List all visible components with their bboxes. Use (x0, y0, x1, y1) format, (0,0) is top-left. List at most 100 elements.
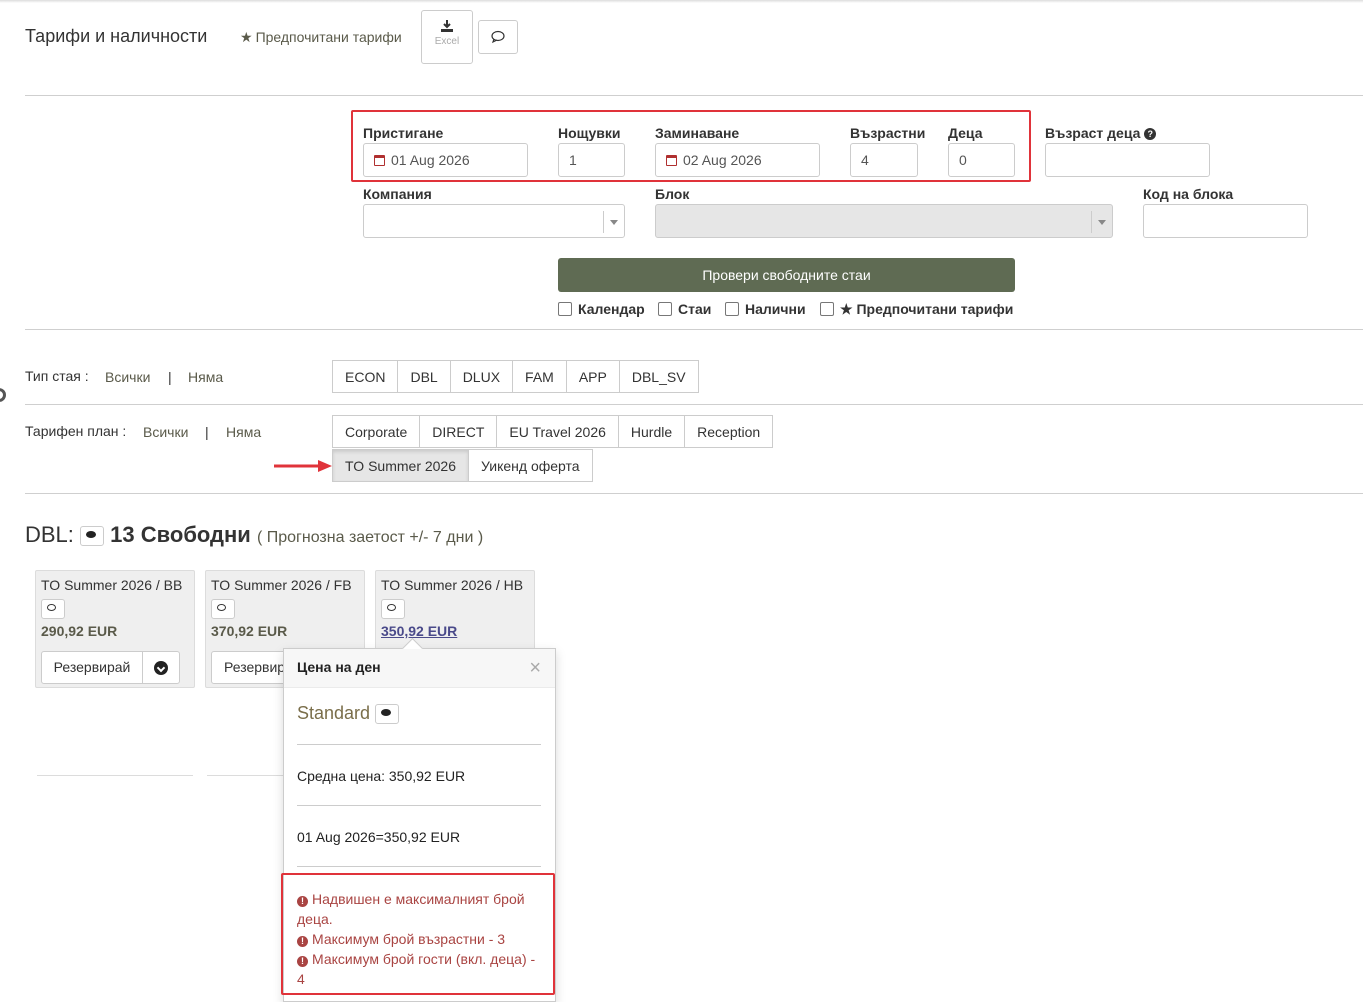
comment-icon[interactable] (41, 599, 65, 619)
room-type-tag-dbl[interactable]: DBL (397, 360, 451, 393)
side-handle-icon[interactable] (0, 388, 6, 402)
checkbox-box (820, 302, 834, 316)
room-type-tag-dbl-sv[interactable]: DBL_SV (618, 360, 699, 393)
comment-icon[interactable] (80, 526, 105, 547)
red-arrow-icon (274, 460, 332, 472)
rate-card-bb: TO Summer 2026 / BB 290,92 EUR Резервира… (35, 570, 195, 688)
company-label: Компания (363, 186, 432, 202)
excel-label: Excel (434, 36, 460, 47)
rate-card-price: 370,92 EUR (211, 623, 288, 639)
rate-plan-tag-direct[interactable]: DIRECT (419, 415, 498, 448)
room-type-tag-fam[interactable]: FAM (512, 360, 567, 393)
nights-input[interactable]: 1 (558, 143, 625, 177)
rate-plan-tag-to-summer[interactable]: TO Summer 2026 (332, 449, 470, 482)
question-icon[interactable]: ? (1144, 128, 1157, 140)
children-age-input[interactable] (1045, 143, 1210, 177)
room-type-label: Тип стая : (25, 368, 89, 384)
excel-export-button[interactable]: Excel (421, 10, 473, 64)
block-select (655, 204, 1113, 238)
divider (25, 493, 1363, 494)
rate-card-title: TO Summer 2026 / HB (381, 577, 524, 593)
comment-button[interactable] (478, 20, 518, 54)
children-input[interactable]: 0 (948, 143, 1015, 177)
book-button-group: Резервирай (41, 651, 180, 684)
download-icon (441, 20, 453, 32)
divider (297, 805, 541, 806)
rate-plan-none-link[interactable]: Няма (226, 424, 261, 440)
comment-icon[interactable] (211, 599, 235, 619)
adults-label: Възрастни (850, 125, 926, 141)
favorite-rates-link[interactable]: ★ Предпочитани тарифи (240, 29, 402, 46)
calendar-checkbox[interactable]: Календар (558, 301, 645, 317)
comment-icon[interactable] (381, 599, 405, 619)
room-type-tag-econ[interactable]: ECON (332, 360, 399, 393)
star-icon: ★ (840, 301, 857, 317)
rate-plan-name: Standard (297, 703, 400, 725)
favorite-rates-label: Предпочитани тарифи (255, 29, 402, 45)
divider (37, 775, 193, 776)
favorite-rates-checkbox-label: Предпочитани тарифи (856, 301, 1014, 317)
calendar-checkbox-label: Календар (578, 301, 645, 317)
rate-card-price-link[interactable]: 350,92 EUR (381, 623, 457, 639)
departure-date-value: 02 Aug 2026 (683, 152, 762, 168)
checkbox-box (725, 302, 739, 316)
favorite-rates-checkbox[interactable]: ★ Предпочитани тарифи (820, 301, 1013, 318)
rate-plan-label: Тарифен план : (25, 423, 127, 439)
available-checkbox-label: Налични (745, 301, 806, 317)
top-shadow (0, 0, 1363, 3)
rate-plan-tag-weekend[interactable]: Уикенд оферта (468, 449, 593, 482)
separator: | (168, 369, 172, 385)
chevron-down-icon (603, 211, 624, 233)
divider (297, 744, 541, 745)
departure-label: Заминаване (655, 125, 740, 141)
company-select[interactable] (363, 204, 625, 238)
departure-date-input[interactable]: 02 Aug 2026 (655, 143, 820, 177)
rate-plan-tag-corporate[interactable]: Corporate (332, 415, 421, 448)
rooms-checkbox-label: Стаи (678, 301, 712, 317)
rate-card-title: TO Summer 2026 / FB (211, 577, 352, 593)
star-icon: ★ (240, 29, 253, 45)
room-type-all-link[interactable]: Всички (105, 369, 150, 385)
rate-plan-tag-reception[interactable]: Reception (684, 415, 774, 448)
room-type-tag-app[interactable]: APP (565, 360, 620, 393)
divider (25, 404, 1363, 405)
highlight-box-errors (281, 873, 555, 995)
arrival-date-value: 01 Aug 2026 (391, 152, 470, 168)
children-label: Деца (948, 125, 983, 141)
room-type-tag-dlux[interactable]: DLUX (449, 360, 514, 393)
rate-card-price: 290,92 EUR (41, 623, 118, 639)
book-button[interactable]: Резервирай (42, 652, 143, 683)
popover-title: Цена на ден (297, 659, 381, 675)
divider (25, 95, 1363, 96)
check-availability-button[interactable]: Провери свободните стаи (558, 258, 1015, 292)
comment-icon[interactable] (375, 704, 400, 725)
divider (207, 775, 287, 776)
daily-price: 01 Aug 2026=350,92 EUR (297, 829, 461, 845)
comment-icon (491, 30, 505, 44)
adults-input[interactable]: 4 (850, 143, 918, 177)
rooms-checkbox[interactable]: Стаи (658, 301, 711, 317)
room-type-none-link[interactable]: Няма (188, 369, 223, 385)
rate-plan-name-text: Standard (297, 703, 371, 723)
available-checkbox[interactable]: Налични (725, 301, 806, 317)
free-rooms-count: 13 Свободни (110, 522, 251, 547)
close-icon[interactable]: × (529, 657, 541, 680)
nights-label: Нощувки (558, 125, 621, 141)
children-age-label: Възраст деца ? (1045, 125, 1157, 141)
block-code-input[interactable] (1143, 204, 1308, 238)
page-title: Тарифи и наличности (25, 26, 208, 46)
forecast-link[interactable]: ( Прогнозна заетост +/- 7 дни ) (257, 529, 483, 546)
children-age-label-text: Възраст деца (1045, 125, 1141, 141)
average-price: Средна цена: 350,92 EUR (297, 768, 466, 784)
room-code: DBL: (25, 522, 74, 547)
arrival-date-input[interactable]: 01 Aug 2026 (363, 143, 528, 177)
rate-plan-tag-eu-travel[interactable]: EU Travel 2026 (496, 415, 619, 448)
block-code-label: Код на блока (1143, 186, 1234, 202)
chevron-down-icon[interactable] (143, 652, 179, 683)
arrival-label: Пристигане (363, 125, 444, 141)
rate-plan-all-link[interactable]: Всички (143, 424, 188, 440)
calendar-icon (374, 155, 385, 166)
rate-plan-tag-hurdle[interactable]: Hurdle (617, 415, 686, 448)
availability-summary: DBL: 13 Свободни ( Прогнозна заетост +/-… (25, 522, 483, 548)
rate-plan-tags-row1: Corporate DIRECT EU Travel 2026 Hurdle R… (332, 415, 774, 448)
